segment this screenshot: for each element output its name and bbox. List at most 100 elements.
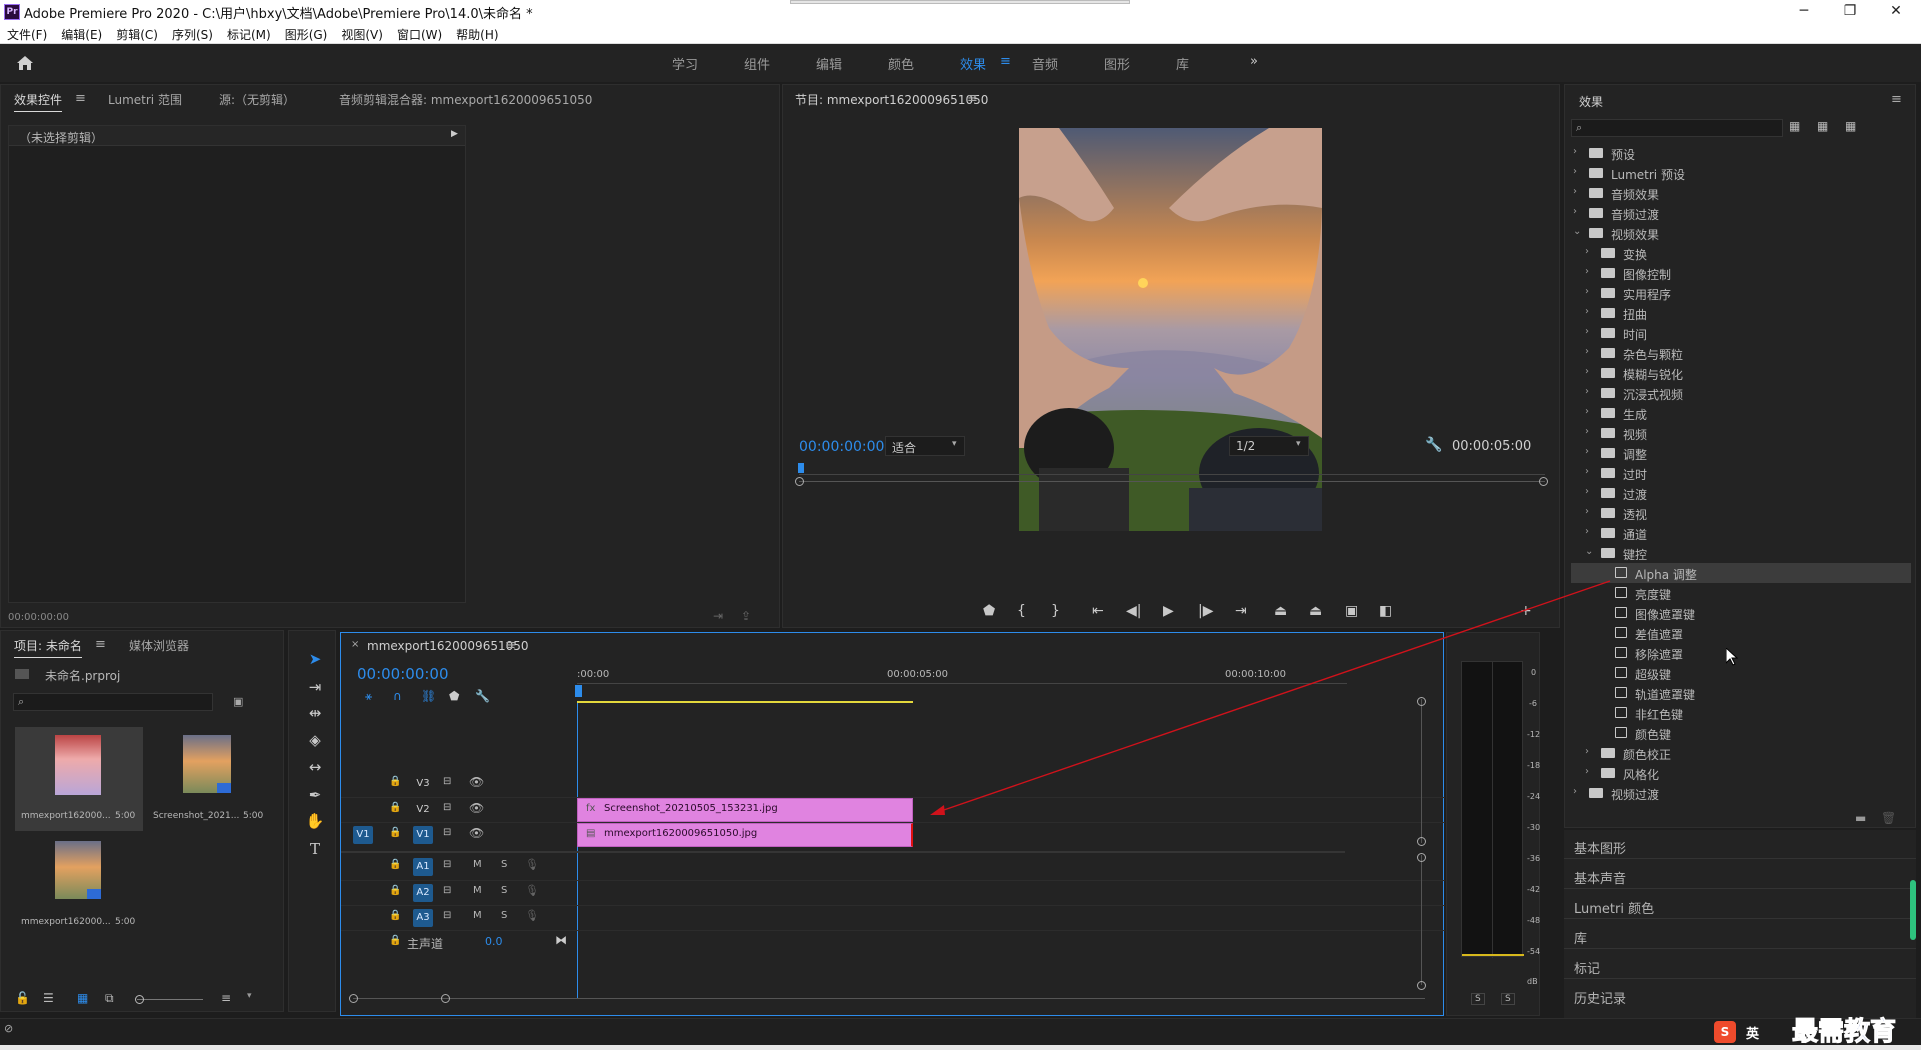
chevron-right-icon[interactable]: › (1585, 486, 1589, 497)
section-history[interactable]: 历史记录 (1574, 988, 1626, 1007)
sync-lock-icon[interactable]: ⊟ (443, 910, 451, 921)
horizontal-scroll-handle-right[interactable] (441, 994, 450, 1003)
chevron-right-icon[interactable]: › (1585, 766, 1589, 777)
sync-lock-icon[interactable]: ⊟ (443, 859, 451, 870)
chevron-right-icon[interactable]: › (1585, 406, 1589, 417)
timeline-clip-v2[interactable]: fx Screenshot_20210505_153231.jpg (577, 798, 913, 822)
menu-help[interactable]: 帮助(H) (449, 24, 505, 45)
icon-view-icon[interactable]: ▦ (77, 991, 88, 1005)
selection-tool-icon[interactable]: ➤ (303, 647, 327, 671)
section-libraries[interactable]: 库 (1574, 928, 1587, 947)
maximize-button[interactable]: ❐ (1827, 0, 1873, 24)
tab-lumetri-scopes[interactable]: Lumetri 范围 (108, 91, 182, 108)
sync-lock-icon[interactable]: ⊟ (443, 885, 451, 896)
chevron-right-icon[interactable]: › (1585, 386, 1589, 397)
timeline-playhead[interactable] (575, 685, 582, 697)
lock-icon[interactable]: 🔒 (389, 910, 401, 921)
effects-tree-item[interactable]: › 扭曲 (1571, 303, 1911, 323)
new-bin-icon[interactable]: ▬ (1855, 811, 1866, 825)
workspace-tab-color[interactable]: 颜色 (888, 54, 914, 73)
effects-tree-item[interactable]: › 预设 (1571, 143, 1911, 163)
linked-selection-icon[interactable]: ⛓ (421, 689, 436, 703)
track-select-tool-icon[interactable]: ⇥ (303, 675, 327, 699)
eye-icon[interactable]: 👁 (469, 775, 484, 789)
chevron-right-icon[interactable]: › (1585, 326, 1589, 337)
effects-tree-item[interactable]: › 沉浸式视频 (1571, 383, 1911, 403)
effects-tree-item[interactable]: › 透视 (1571, 503, 1911, 523)
program-current-timecode[interactable]: 00:00:00:00 (799, 439, 884, 455)
workspace-tab-audio[interactable]: 音频 (1032, 54, 1058, 73)
effects-tree-item[interactable]: 差值遮罩 (1571, 623, 1911, 643)
solo-button[interactable]: S (501, 910, 507, 921)
track-label-a1[interactable]: A1 (413, 858, 433, 876)
effects-tree-item[interactable]: 非红色键 (1571, 703, 1911, 723)
section-lumetri-color[interactable]: Lumetri 颜色 (1574, 898, 1654, 917)
effects-tree-item[interactable]: › 音频过渡 (1571, 203, 1911, 223)
sync-lock-icon[interactable]: ⊟ (443, 827, 451, 838)
hand-tool-icon[interactable]: ✋ (303, 809, 327, 833)
resolution-dropdown[interactable]: 1/2 ▾ (1229, 436, 1309, 456)
comparison-view-icon[interactable]: ◧ (1379, 603, 1392, 619)
panel-menu-icon[interactable]: ≡ (75, 91, 86, 106)
effects-tree-item[interactable]: › 视频 (1571, 423, 1911, 443)
chevron-right-icon[interactable]: › (1585, 426, 1589, 437)
section-essential-graphics[interactable]: 基本图形 (1574, 838, 1626, 857)
effects-tree-item[interactable]: › 杂色与颗粒 (1571, 343, 1911, 363)
menu-sequence[interactable]: 序列(S) (165, 24, 220, 45)
tab-media-browser[interactable]: 媒体浏览器 (129, 637, 189, 654)
go-to-in-icon[interactable]: ⇤ (1092, 603, 1104, 619)
menu-edit[interactable]: 编辑(E) (54, 24, 109, 45)
export-frame-icon[interactable]: ⇥ (713, 609, 723, 623)
program-menu-icon[interactable]: ≡ (967, 91, 978, 106)
yuv-effects-icon[interactable]: ▦ (1845, 119, 1856, 133)
chevron-right-icon[interactable]: › (1585, 306, 1589, 317)
eye-icon[interactable]: 👁 (469, 801, 484, 815)
project-search-input[interactable]: ⌕ (13, 693, 213, 711)
add-button-icon[interactable]: + (1520, 603, 1532, 619)
effects-tree-item[interactable]: › 过时 (1571, 463, 1911, 483)
track-label-v3[interactable]: V3 (413, 775, 433, 793)
panel-scrollbar[interactable] (1910, 880, 1916, 940)
zoom-handle-right[interactable] (1539, 477, 1548, 486)
effects-tree-item[interactable]: › Lumetri 预设 (1571, 163, 1911, 183)
chevron-right-icon[interactable]: › (1585, 506, 1589, 517)
mute-button[interactable]: M (473, 885, 482, 896)
tab-audio-clip-mixer[interactable]: 音频剪辑混合器: mmexport1620009651050 (339, 91, 592, 108)
mark-out-icon[interactable]: } (1051, 603, 1060, 619)
lift-icon[interactable]: ⏏ (1274, 603, 1287, 619)
step-forward-icon[interactable]: |▶ (1198, 603, 1213, 619)
lock-icon[interactable]: 🔒 (389, 935, 401, 946)
freeform-view-icon[interactable]: ⧉ (105, 991, 114, 1006)
track-label-a3[interactable]: A3 (413, 909, 433, 927)
horizontal-scroll-handle-left[interactable] (349, 994, 358, 1003)
workspace-menu-icon[interactable]: ≡ (1000, 54, 1011, 69)
section-essential-sound[interactable]: 基本声音 (1574, 868, 1626, 887)
solo-button[interactable]: S (501, 859, 507, 870)
menu-graphics[interactable]: 图形(G) (278, 24, 335, 45)
menu-marker[interactable]: 标记(M) (220, 24, 278, 45)
sort-icon[interactable]: ≡ (221, 991, 231, 1005)
project-item[interactable]: mmexport162000... 5:00 (15, 833, 143, 937)
close-tab-icon[interactable]: × (351, 639, 359, 650)
effects-tree-item[interactable]: › 图像控制 (1571, 263, 1911, 283)
workspace-tab-assembly[interactable]: 组件 (744, 54, 770, 73)
chevron-down-icon[interactable]: ▾ (247, 991, 252, 1001)
microphone-icon[interactable]: 🎙 (525, 884, 539, 897)
workspace-tab-effects[interactable]: 效果 (960, 54, 986, 73)
close-button[interactable]: ✕ (1873, 0, 1919, 24)
effects-tree-item[interactable]: › 模糊与锐化 (1571, 363, 1911, 383)
effects-tree-item[interactable]: ⌄ 键控 (1571, 543, 1911, 563)
chevron-right-icon[interactable]: › (1585, 286, 1589, 297)
effects-search-input[interactable]: ⌕ (1571, 119, 1783, 137)
track-label-v1[interactable]: V1 (413, 826, 433, 844)
zoom-handle-left[interactable] (795, 477, 804, 486)
chevron-right-icon[interactable]: › (1585, 246, 1589, 257)
tab-project[interactable]: 项目: 未命名 (14, 637, 82, 658)
sequence-menu-icon[interactable]: ≡ (505, 638, 516, 653)
effects-tree-item[interactable]: › 风格化 (1571, 763, 1911, 783)
timeline-clip-v1[interactable]: ▤ mmexport1620009651050.jpg (577, 823, 913, 847)
32-bit-effects-icon[interactable]: ▦ (1817, 119, 1828, 133)
mute-button[interactable]: M (473, 859, 482, 870)
zoom-slider[interactable] (137, 999, 203, 1000)
scroll-handle[interactable] (1417, 837, 1426, 846)
